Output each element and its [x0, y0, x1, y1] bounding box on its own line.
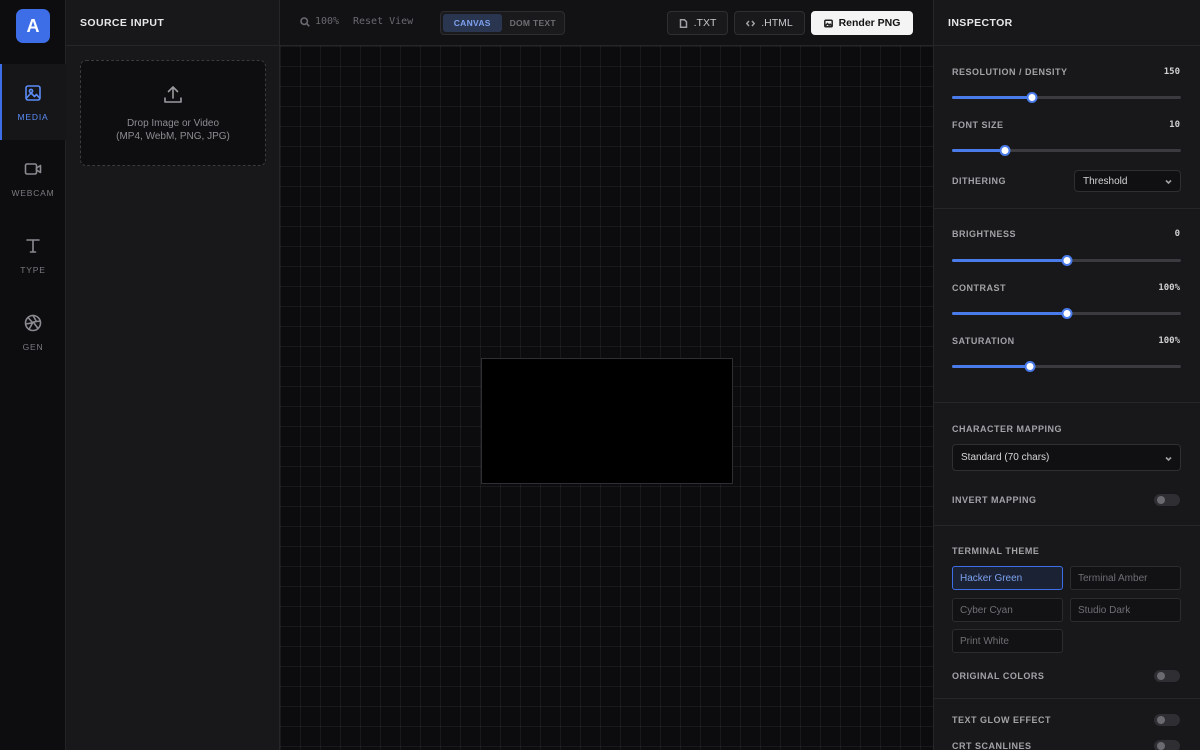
zoom-level[interactable]: 100% [300, 16, 339, 27]
export-html-label: .HTML [761, 17, 793, 29]
rail-item-label: WEBCAM [11, 187, 55, 198]
divider [66, 45, 279, 46]
mode-canvas-button[interactable]: CANVAS [443, 14, 502, 32]
media-dropzone[interactable]: Drop Image or Video (MP4, WebM, PNG, JPG… [80, 60, 266, 166]
crt-scanlines-toggle[interactable] [1154, 740, 1180, 750]
export-html-button[interactable]: .HTML [734, 11, 805, 35]
slider-handle[interactable] [1061, 308, 1072, 319]
dropzone-text: Drop Image or Video [126, 117, 220, 129]
image-icon [25, 84, 41, 101]
export-txt-button[interactable]: .TXT [667, 11, 728, 35]
contrast-slider[interactable] [952, 307, 1181, 319]
chevron-down-icon [1165, 456, 1172, 462]
rail-item-label: GEN [22, 341, 44, 352]
code-icon [746, 20, 756, 26]
char-mapping-label: CHARACTER MAPPING [952, 424, 1063, 434]
icon-rail: A MEDIA WEBCAM TYPE GEN [0, 0, 66, 750]
ascii-preview-canvas[interactable] [481, 358, 733, 484]
rail-item-type[interactable]: TYPE [0, 217, 66, 293]
slider-handle[interactable] [1024, 361, 1036, 372]
divider [934, 208, 1200, 209]
dropzone-formats: (MP4, WebM, PNG, JPG) [116, 130, 230, 142]
upload-icon [164, 85, 182, 103]
saturation-label: SATURATION [952, 336, 1015, 346]
resolution-label: RESOLUTION / DENSITY [952, 67, 1068, 77]
source-panel-title: SOURCE INPUT [80, 17, 165, 29]
slider-handle[interactable] [1061, 255, 1072, 266]
divider [934, 698, 1200, 699]
slider-handle[interactable] [1026, 92, 1038, 103]
rail-item-label: TYPE [20, 264, 46, 275]
dithering-select[interactable]: Threshold [1074, 170, 1181, 192]
divider [934, 45, 1200, 46]
theme-terminal-amber[interactable]: Terminal Amber [1070, 566, 1181, 590]
slider-handle[interactable] [999, 145, 1011, 156]
theme-studio-dark[interactable]: Studio Dark [1070, 598, 1181, 622]
original-colors-toggle[interactable] [1154, 670, 1180, 682]
image-icon [823, 18, 833, 28]
inspector-title: INSPECTOR [948, 17, 1013, 29]
canvas-stage: 100% Reset View CANVAS DOM TEXT .TXT .HT… [280, 0, 933, 750]
rail-item-webcam[interactable]: WEBCAM [0, 140, 66, 216]
inspector-panel: INSPECTOR RESOLUTION / DENSITY 150 FONT … [933, 0, 1200, 750]
char-mapping-select[interactable]: Standard (70 chars) [952, 444, 1181, 471]
invert-mapping-toggle[interactable] [1154, 494, 1180, 506]
terminal-theme-label: TERMINAL THEME [952, 546, 1040, 556]
mode-dom-text-button[interactable]: DOM TEXT [504, 14, 563, 32]
rail-item-label: MEDIA [17, 111, 49, 122]
char-mapping-selected: Standard (70 chars) [961, 452, 1050, 463]
dithering-selected: Threshold [1083, 175, 1128, 187]
dithering-label: DITHERING [952, 176, 1006, 186]
export-txt-label: .TXT [693, 17, 717, 29]
rail-item-media[interactable]: MEDIA [0, 64, 66, 140]
contrast-label: CONTRAST [952, 283, 1006, 293]
chevron-down-icon [1165, 179, 1172, 185]
zoom-value: 100% [315, 16, 340, 27]
text-icon [26, 238, 40, 253]
resolution-slider[interactable] [952, 91, 1181, 103]
font-size-value: 10 [1169, 120, 1180, 130]
divider [934, 525, 1200, 526]
font-size-slider[interactable] [952, 144, 1181, 156]
theme-cyber-cyan[interactable]: Cyber Cyan [952, 598, 1063, 622]
rail-item-gen[interactable]: GEN [0, 294, 66, 370]
render-png-label: Render PNG [838, 17, 901, 29]
app-logo[interactable]: A [16, 9, 50, 43]
render-png-button[interactable]: Render PNG [811, 11, 913, 35]
file-icon [679, 18, 687, 28]
text-glow-toggle[interactable] [1154, 714, 1180, 726]
canvas-toolbar: 100% Reset View CANVAS DOM TEXT .TXT .HT… [280, 0, 933, 46]
invert-mapping-label: INVERT MAPPING [952, 495, 1037, 505]
saturation-value: 100% [1158, 336, 1180, 346]
original-colors-label: ORIGINAL COLORS [952, 671, 1045, 681]
font-size-label: FONT SIZE [952, 120, 1004, 130]
brightness-value: 0 [1174, 229, 1180, 239]
saturation-slider[interactable] [952, 360, 1181, 372]
text-glow-label: TEXT GLOW EFFECT [952, 715, 1051, 725]
crt-scanlines-label: CRT SCANLINES [952, 741, 1032, 750]
source-panel: SOURCE INPUT Drop Image or Video (MP4, W… [66, 0, 280, 750]
render-mode-switch: CANVAS DOM TEXT [440, 11, 565, 35]
magnifier-icon [300, 16, 310, 27]
aperture-icon [24, 314, 42, 331]
brightness-slider[interactable] [952, 254, 1181, 266]
video-camera-icon [24, 162, 42, 175]
contrast-value: 100% [1158, 283, 1180, 293]
reset-view-button[interactable]: Reset View [353, 16, 413, 27]
resolution-value: 150 [1163, 67, 1180, 77]
theme-hacker-green[interactable]: Hacker Green [952, 566, 1063, 590]
canvas-grid[interactable] [280, 46, 933, 750]
divider [934, 402, 1200, 403]
theme-print-white[interactable]: Print White [952, 629, 1063, 653]
brightness-label: BRIGHTNESS [952, 229, 1017, 239]
